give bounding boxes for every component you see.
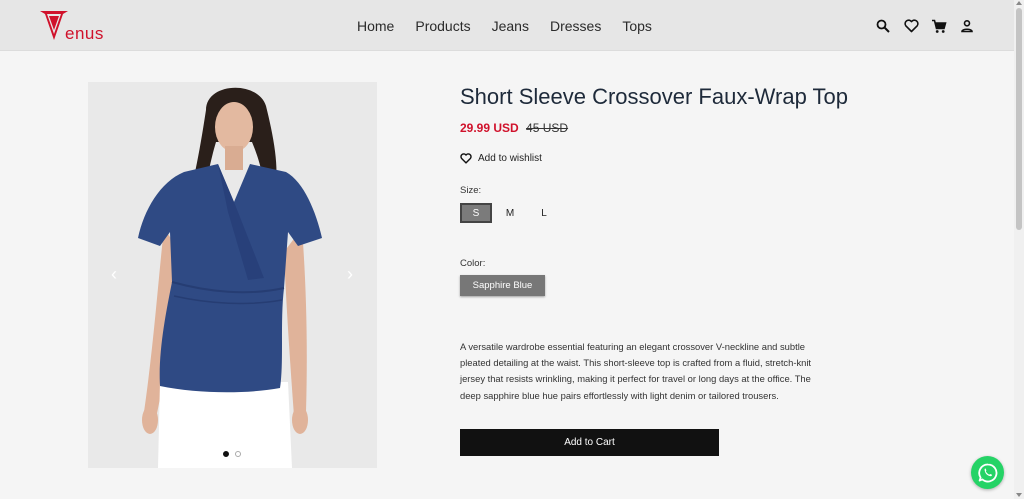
add-to-cart-button[interactable]: Add to Cart [460,429,719,456]
product-photo [88,82,377,468]
sale-price: 29.99 USD [460,121,519,135]
header-icons [874,17,976,35]
gallery-dot-1[interactable] [223,451,229,457]
product-description: A versatile wardrobe essential featuring… [460,341,812,401]
gallery-prev-arrow-icon[interactable]: ‹ [106,265,122,283]
color-label: Color: [460,258,486,269]
gallery-next-arrow-icon[interactable]: › [342,265,358,283]
account-icon[interactable] [958,17,976,35]
size-option-s[interactable]: S [460,203,492,223]
whatsapp-chat-button[interactable] [971,456,1004,489]
heart-outline-icon [460,153,472,164]
size-label: Size: [460,185,482,196]
size-option-l[interactable]: L [528,203,560,223]
product-price: 29.99 USD 45 USD [460,121,568,135]
main-nav: Home Products Jeans Dresses Tops [357,18,652,34]
wishlist-label: Add to wishlist [478,153,542,164]
scroll-up-icon[interactable] [1016,1,1022,5]
nav-jeans[interactable]: Jeans [492,18,529,34]
nav-products[interactable]: Products [415,18,470,34]
page-scrollbar[interactable] [1014,0,1024,499]
search-icon[interactable] [874,17,892,35]
add-to-wishlist-button[interactable]: Add to wishlist [460,153,542,164]
gallery-dot-2[interactable] [235,451,241,457]
size-option-m[interactable]: M [494,203,526,223]
size-selector: S M L [460,203,560,223]
logo-text: enus [65,24,104,43]
nav-home[interactable]: Home [357,18,394,34]
scroll-down-icon[interactable] [1016,493,1022,497]
scrollbar-thumb[interactable] [1016,8,1022,230]
nav-tops[interactable]: Tops [622,18,652,34]
site-header: enus Home Products Jeans Dresses Tops [0,0,1014,51]
product-image-gallery: ‹ › [88,82,377,468]
cart-icon[interactable] [930,17,948,35]
product-title: Short Sleeve Crossover Faux-Wrap Top [460,84,849,109]
heart-icon[interactable] [902,17,920,35]
color-option-sapphire-blue[interactable]: Sapphire Blue [460,275,545,296]
original-price: 45 USD [526,121,569,135]
nav-dresses[interactable]: Dresses [550,18,601,34]
whatsapp-icon [977,463,997,482]
gallery-dots [223,451,241,457]
brand-logo[interactable]: enus [39,10,105,43]
